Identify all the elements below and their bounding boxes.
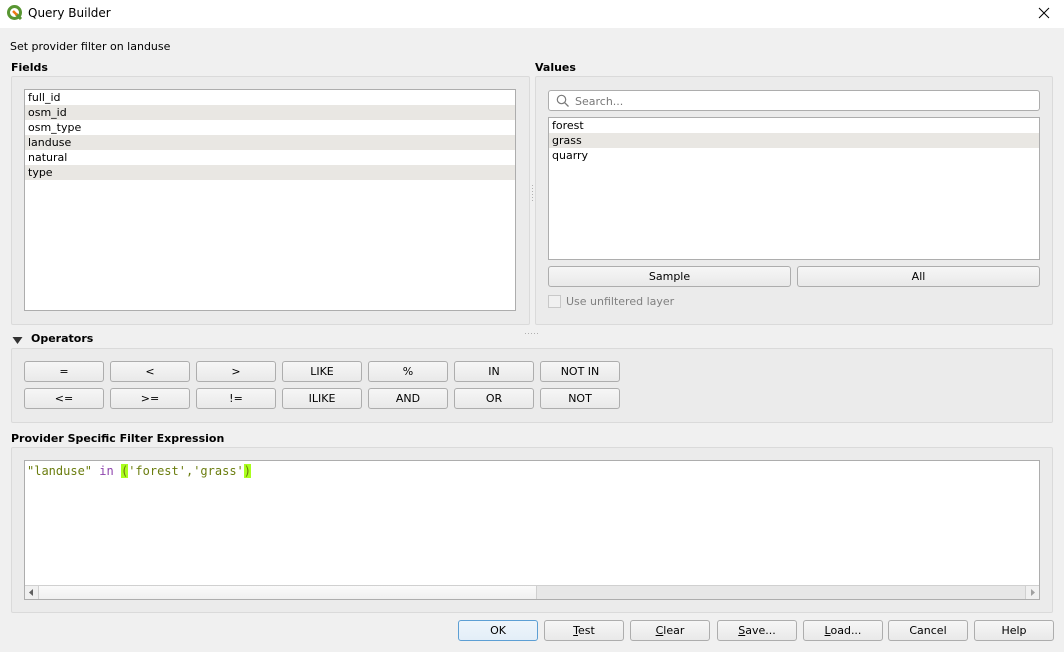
field-list-item[interactable]: landuse bbox=[25, 135, 515, 150]
cancel-button[interactable]: Cancel bbox=[888, 620, 968, 641]
arrow-right-icon bbox=[1031, 589, 1035, 596]
splitter-handle-horizontal[interactable] bbox=[524, 325, 542, 338]
ok-button[interactable]: OK bbox=[458, 620, 538, 641]
operators-group bbox=[11, 348, 1053, 423]
token-close-paren: ) bbox=[243, 464, 252, 478]
operator-button[interactable]: OR bbox=[454, 388, 534, 409]
token-keyword: in bbox=[99, 464, 114, 478]
qgis-logo-icon bbox=[7, 5, 23, 21]
load-button[interactable]: Load... bbox=[803, 620, 883, 641]
splitter-handle[interactable] bbox=[531, 185, 534, 208]
operator-button[interactable]: >= bbox=[110, 388, 190, 409]
value-list-item[interactable]: grass bbox=[549, 133, 1039, 148]
clear-button[interactable]: Clear bbox=[630, 620, 710, 641]
fields-list[interactable]: full_id osm_id osm_type landuse natural type bbox=[24, 89, 516, 311]
values-search-input[interactable] bbox=[575, 93, 1015, 109]
token-list: 'forest','grass' bbox=[128, 464, 244, 478]
scroll-left-button[interactable] bbox=[25, 586, 39, 599]
fields-label: Fields bbox=[11, 61, 48, 74]
value-list-item[interactable]: quarry bbox=[549, 148, 1039, 163]
operator-button[interactable]: != bbox=[196, 388, 276, 409]
field-list-item[interactable]: natural bbox=[25, 150, 515, 165]
expression-label: Provider Specific Filter Expression bbox=[11, 432, 225, 445]
operator-button[interactable]: AND bbox=[368, 388, 448, 409]
window-title: Query Builder bbox=[28, 6, 111, 20]
operator-button[interactable]: < bbox=[110, 361, 190, 382]
arrow-left-icon bbox=[29, 589, 33, 596]
all-button[interactable]: All bbox=[797, 266, 1040, 287]
triangle-down-icon bbox=[12, 337, 23, 344]
field-list-item[interactable]: full_id bbox=[25, 90, 515, 105]
scroll-right-button[interactable] bbox=[1025, 586, 1039, 599]
token-field: "landuse" bbox=[27, 464, 93, 478]
values-search-field[interactable] bbox=[548, 90, 1040, 111]
operator-button[interactable]: > bbox=[196, 361, 276, 382]
use-unfiltered-layer-label: Use unfiltered layer bbox=[566, 295, 675, 308]
horizontal-scrollbar[interactable] bbox=[25, 585, 1039, 599]
clear-button-label: Clear bbox=[655, 624, 685, 637]
search-icon bbox=[556, 94, 570, 111]
close-icon bbox=[1038, 7, 1050, 19]
expression-code[interactable]: "landuse" in ('forest','grass') bbox=[27, 464, 252, 478]
operator-button[interactable]: <= bbox=[24, 388, 104, 409]
operator-button[interactable]: = bbox=[24, 361, 104, 382]
title-bar: Query Builder bbox=[0, 0, 1064, 28]
values-list[interactable]: forest grass quarry bbox=[548, 117, 1040, 260]
value-list-item[interactable]: forest bbox=[549, 118, 1039, 133]
sample-button[interactable]: Sample bbox=[548, 266, 791, 287]
test-button[interactable]: Test bbox=[544, 620, 624, 641]
test-button-label: Test bbox=[573, 624, 595, 637]
scrollbar-thumb[interactable] bbox=[39, 586, 537, 599]
field-list-item[interactable]: osm_id bbox=[25, 105, 515, 120]
field-list-item[interactable]: type bbox=[25, 165, 515, 180]
save-button[interactable]: Save... bbox=[717, 620, 797, 641]
values-label: Values bbox=[535, 61, 576, 74]
use-unfiltered-layer-checkbox[interactable]: Use unfiltered layer bbox=[548, 295, 674, 308]
save-button-label: Save... bbox=[738, 624, 776, 637]
operator-button[interactable]: NOT IN bbox=[540, 361, 620, 382]
operator-button[interactable]: LIKE bbox=[282, 361, 362, 382]
field-list-item[interactable]: osm_type bbox=[25, 120, 515, 135]
help-button[interactable]: Help bbox=[974, 620, 1054, 641]
dialog-subtitle: Set provider filter on landuse bbox=[10, 40, 171, 53]
close-button[interactable] bbox=[1030, 2, 1058, 24]
expression-editor[interactable]: "landuse" in ('forest','grass') bbox=[24, 460, 1040, 600]
operators-collapse-toggle[interactable] bbox=[12, 335, 23, 348]
operator-button[interactable]: IN bbox=[454, 361, 534, 382]
operators-label: Operators bbox=[31, 332, 94, 345]
operator-button[interactable]: NOT bbox=[540, 388, 620, 409]
operator-button[interactable]: ILIKE bbox=[282, 388, 362, 409]
checkbox-box[interactable] bbox=[548, 295, 561, 308]
operator-button[interactable]: % bbox=[368, 361, 448, 382]
load-button-label: Load... bbox=[824, 624, 862, 637]
